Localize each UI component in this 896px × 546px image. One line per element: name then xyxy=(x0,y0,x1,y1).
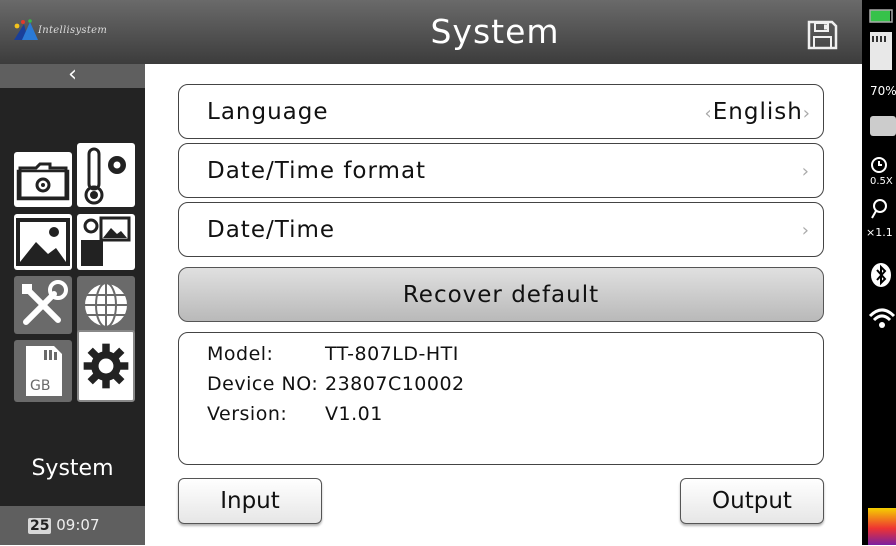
sidebar-section-label: System xyxy=(31,456,114,481)
output-button[interactable]: Output xyxy=(680,478,824,524)
page-title: System xyxy=(430,12,560,51)
temperature-settings-icon[interactable] xyxy=(77,143,135,207)
zoom-icon xyxy=(871,199,887,219)
date-time-display: 25 09:07 xyxy=(0,506,145,545)
battery-icon xyxy=(869,9,893,70)
device-info-box: Model: TT-807LD-HTI Device NO: 23807C10002… xyxy=(178,332,824,465)
language-label: Language xyxy=(207,99,329,125)
wifi-icon xyxy=(868,308,896,328)
system-settings-icon[interactable] xyxy=(77,330,135,402)
model-line: Model: TT-807LD-HTI xyxy=(207,343,459,365)
header-bar: Intellisystem System xyxy=(0,0,862,64)
chevron-right-icon: › xyxy=(801,220,809,241)
save-icon[interactable] xyxy=(806,20,838,50)
language-value-text: English xyxy=(712,99,803,125)
model-key: Model: xyxy=(207,343,274,365)
bluetooth-icon xyxy=(871,263,891,287)
sidebar: ‹ GB System 25 09:07 xyxy=(0,64,145,545)
globe-icon[interactable] xyxy=(77,276,135,334)
status-strip: 70% 0.5X ×1.1 xyxy=(862,0,896,545)
zoom-b-value: ×1.1 xyxy=(866,226,893,239)
color-palette-bar xyxy=(868,508,896,545)
device-no-line: Device NO: 23807C10002 xyxy=(207,373,465,395)
datetime-format-row[interactable]: Date/Time format › xyxy=(178,143,824,198)
model-value: TT-807LD-HTI xyxy=(325,343,459,365)
chevron-right-icon: › xyxy=(801,161,809,182)
logo-text: Intellisystem xyxy=(38,25,108,36)
recover-default-button[interactable]: Recover default xyxy=(178,267,824,322)
date-day: 25 xyxy=(28,518,52,534)
laser-indicator-icon xyxy=(870,116,896,136)
settings-panel: Language ‹English› Date/Time format › Da… xyxy=(145,64,862,545)
chevron-right-icon[interactable]: › xyxy=(803,103,811,124)
language-value[interactable]: ‹English› xyxy=(705,85,811,141)
zoom-a-value: 0.5X xyxy=(870,176,893,187)
svg-text:GB: GB xyxy=(30,378,50,394)
logo: Intellisystem xyxy=(0,0,145,64)
language-row[interactable]: Language ‹English› xyxy=(178,84,824,139)
storage-icon[interactable]: GB xyxy=(14,340,72,402)
version-value: V1.01 xyxy=(325,403,383,425)
image-mode-icon[interactable] xyxy=(77,214,135,270)
chevron-left-icon[interactable]: ‹ xyxy=(705,103,713,124)
device-no-key: Device NO: xyxy=(207,373,319,395)
battery-percent: 70% xyxy=(870,84,896,98)
datetime-label: Date/Time xyxy=(207,217,336,243)
input-button[interactable]: Input xyxy=(178,478,322,524)
datetime-row[interactable]: Date/Time › xyxy=(178,202,824,257)
logo-mark-icon xyxy=(14,19,38,40)
clock-icon xyxy=(871,157,887,173)
device-no-value: 23807C10002 xyxy=(325,373,465,395)
clock-time: 09:07 xyxy=(56,516,100,534)
version-key: Version: xyxy=(207,403,288,425)
image-icon[interactable] xyxy=(14,214,72,270)
datetime-format-label: Date/Time format xyxy=(207,158,427,184)
back-button[interactable]: ‹ xyxy=(0,64,145,88)
version-line: Version: V1.01 xyxy=(207,403,383,425)
tools-icon[interactable] xyxy=(14,276,72,334)
folder-settings-icon[interactable] xyxy=(14,152,72,207)
